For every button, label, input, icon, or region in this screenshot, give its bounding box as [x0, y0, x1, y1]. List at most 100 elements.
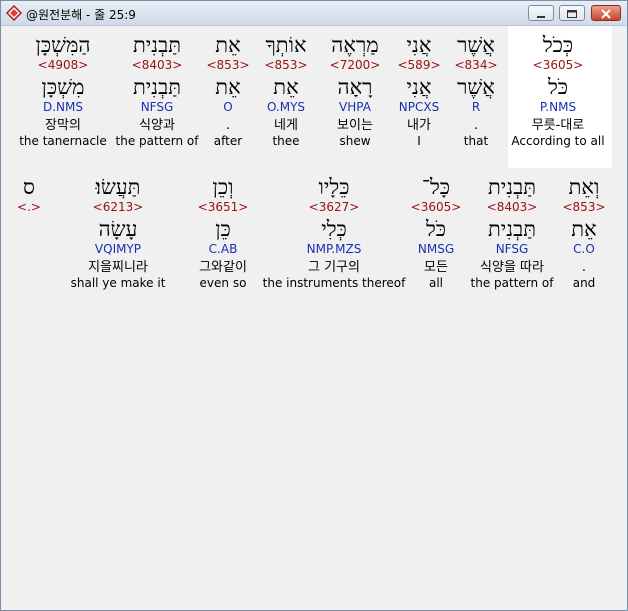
strong-number[interactable]: <4908>	[19, 58, 107, 72]
word-column-selected[interactable]: כְּכֹל <3605> כֹּל P.NMS 무릇-대로 According…	[511, 32, 604, 148]
window-title: @원전분해 - 줄 25:9	[26, 8, 136, 22]
english-gloss: even so	[199, 276, 247, 290]
strong-number[interactable]: <8403>	[116, 58, 199, 72]
hebrew-lemma: כְּלִי	[321, 217, 347, 241]
title-bar[interactable]: @원전분해 - 줄 25:9	[1, 1, 627, 26]
word-column[interactable]: כֵּלָיו <3627> כְּלִי NMP.MZS 그 기구의 the …	[263, 174, 406, 290]
korean-gloss: 그와같이	[199, 260, 247, 275]
korean-gloss: 보이는	[337, 118, 373, 133]
english-gloss: and	[572, 276, 596, 290]
morph-code: C.O	[573, 242, 595, 256]
morph-code: P.NMS	[539, 100, 577, 114]
korean-gloss: 모든	[424, 260, 448, 275]
strong-number[interactable]: <.>	[17, 200, 41, 214]
strong-number[interactable]: <853>	[264, 58, 307, 72]
word-column[interactable]: אֲנִי <589> אֲנִי NPCXS 내가 I	[397, 32, 440, 148]
hebrew-word: ס	[23, 175, 35, 199]
english-gloss: I	[417, 134, 421, 148]
hebrew-lemma: תַּבְנִית	[487, 217, 537, 241]
hebrew-word: אוֹתְךָ	[265, 33, 307, 57]
morph-code: D.NMS	[42, 100, 83, 114]
strong-number[interactable]: <3627>	[263, 200, 406, 214]
hebrew-lemma: אֲנִי	[406, 75, 432, 99]
morph-code: NPCXS	[398, 100, 440, 114]
word-column[interactable]: תַּבְנִית <8403> תַּבְנִית NFSG 식양과 the …	[116, 32, 199, 148]
word-column[interactable]: וְכֵן <3651> כֵּן C.AB 그와같이 even so	[198, 174, 249, 290]
korean-gloss: .	[473, 118, 479, 133]
hebrew-word: וְאֵת	[568, 175, 600, 199]
word-column[interactable]: תַּבְנִית <8403> תַּבְנִית NFSG 식양을 따라 t…	[471, 174, 554, 290]
hebrew-word: תַּבְנִית	[132, 33, 182, 57]
hebrew-lemma: כֵּן	[215, 217, 231, 241]
morph-code: O.MYS	[266, 100, 306, 114]
strong-number[interactable]: <853>	[562, 200, 605, 214]
strong-number[interactable]: <8403>	[471, 200, 554, 214]
morph-code: NMSG	[417, 242, 455, 256]
hebrew-word: מַרְאֶה	[331, 33, 379, 57]
english-gloss: the pattern of	[470, 276, 554, 290]
hebrew-word: אֵת	[215, 33, 241, 57]
hebrew-word: כְּכֹל	[542, 33, 574, 57]
maximize-button[interactable]	[559, 5, 585, 21]
word-column[interactable]: כָּל־ <3605> כֹּל NMSG 모든 all	[411, 174, 462, 290]
hebrew-lemma: אֵת	[215, 75, 241, 99]
morph-code: VQIMYP	[94, 242, 142, 256]
morph-code: C.AB	[208, 242, 238, 256]
hebrew-word: כֵּלָיו	[318, 175, 350, 199]
strong-number[interactable]: <3651>	[198, 200, 249, 214]
korean-gloss: 내가	[407, 118, 431, 133]
morph-code: NFSG	[495, 242, 529, 256]
english-gloss: According to all	[511, 134, 605, 148]
app-window: @원전분해 - 줄 25:9 הַמִּשְׁכָּן <4908> מִשְׁ…	[0, 0, 628, 611]
word-column[interactable]: תַּעֲשׂוּ׃ <6213> עָשָׂה VQIMYP 지을찌니라 sh…	[71, 174, 166, 290]
word-column[interactable]: אֲשֶׁר <834> אֲשֶׁר R . that	[454, 32, 497, 148]
strong-number[interactable]: <7200>	[330, 58, 381, 72]
english-gloss: the tanernacle	[19, 134, 107, 148]
korean-gloss: 그 기구의	[308, 260, 360, 275]
app-diamond-icon	[6, 5, 22, 21]
word-column[interactable]: ס <.>	[17, 174, 41, 214]
close-icon	[601, 9, 611, 19]
hebrew-lemma: עָשָׂה	[98, 217, 138, 241]
hebrew-word: אֲשֶׁר	[457, 33, 495, 57]
korean-gloss: 식양과	[139, 118, 175, 133]
hebrew-lemma: כֹּל	[547, 75, 569, 99]
interlinear-panel: הַמִּשְׁכָּן <4908> מִשְׁכָּן D.NMS 장막의 …	[2, 26, 626, 609]
strong-number[interactable]: <853>	[206, 58, 249, 72]
minimize-button[interactable]	[528, 5, 554, 21]
english-gloss: that	[463, 134, 489, 148]
english-gloss: thee	[272, 134, 300, 148]
word-column[interactable]: הַמִּשְׁכָּן <4908> מִשְׁכָּן D.NMS 장막의 …	[19, 32, 107, 148]
morph-code: O	[223, 100, 233, 114]
strong-number[interactable]: <3605>	[411, 200, 462, 214]
english-gloss: shall ye make it	[70, 276, 166, 290]
hebrew-word: כָּל־	[421, 175, 451, 199]
korean-gloss: .	[225, 118, 231, 133]
strong-number[interactable]: <6213>	[71, 200, 166, 214]
hebrew-word: תַּבְנִית	[487, 175, 537, 199]
korean-gloss: 지을찌니라	[88, 260, 148, 275]
strong-number[interactable]: <834>	[454, 58, 497, 72]
english-gloss: the instruments thereof	[262, 276, 406, 290]
english-gloss: all	[428, 276, 444, 290]
hebrew-lemma: אֵת	[273, 75, 299, 99]
close-button[interactable]	[591, 5, 621, 21]
strong-number[interactable]: <589>	[397, 58, 440, 72]
maximize-icon	[567, 10, 577, 18]
hebrew-lemma: תַּבְנִית	[132, 75, 182, 99]
hebrew-word: תַּעֲשׂוּ׃	[95, 175, 141, 199]
morph-code: VHPA	[339, 100, 371, 114]
morph-code: NFSG	[140, 100, 174, 114]
hebrew-lemma: רָאָה	[337, 75, 373, 99]
english-gloss: after	[213, 134, 243, 148]
strong-number[interactable]: <3605>	[511, 58, 604, 72]
word-column[interactable]: אֵת <853> אֵת O . after	[206, 32, 249, 148]
hebrew-lemma: מִשְׁכָּן	[41, 75, 85, 99]
word-column[interactable]: אוֹתְךָ <853> אֵת O.MYS 네게 thee	[264, 32, 307, 148]
hebrew-lemma: אֵת	[571, 217, 597, 241]
hebrew-word: הַמִּשְׁכָּן	[35, 33, 91, 57]
word-column[interactable]: מַרְאֶה <7200> רָאָה VHPA 보이는 shew	[330, 32, 381, 148]
korean-gloss: 무릇-대로	[531, 118, 585, 133]
word-column[interactable]: וְאֵת <853> אֵת C.O . and	[562, 174, 605, 290]
morph-code: R	[471, 100, 481, 114]
